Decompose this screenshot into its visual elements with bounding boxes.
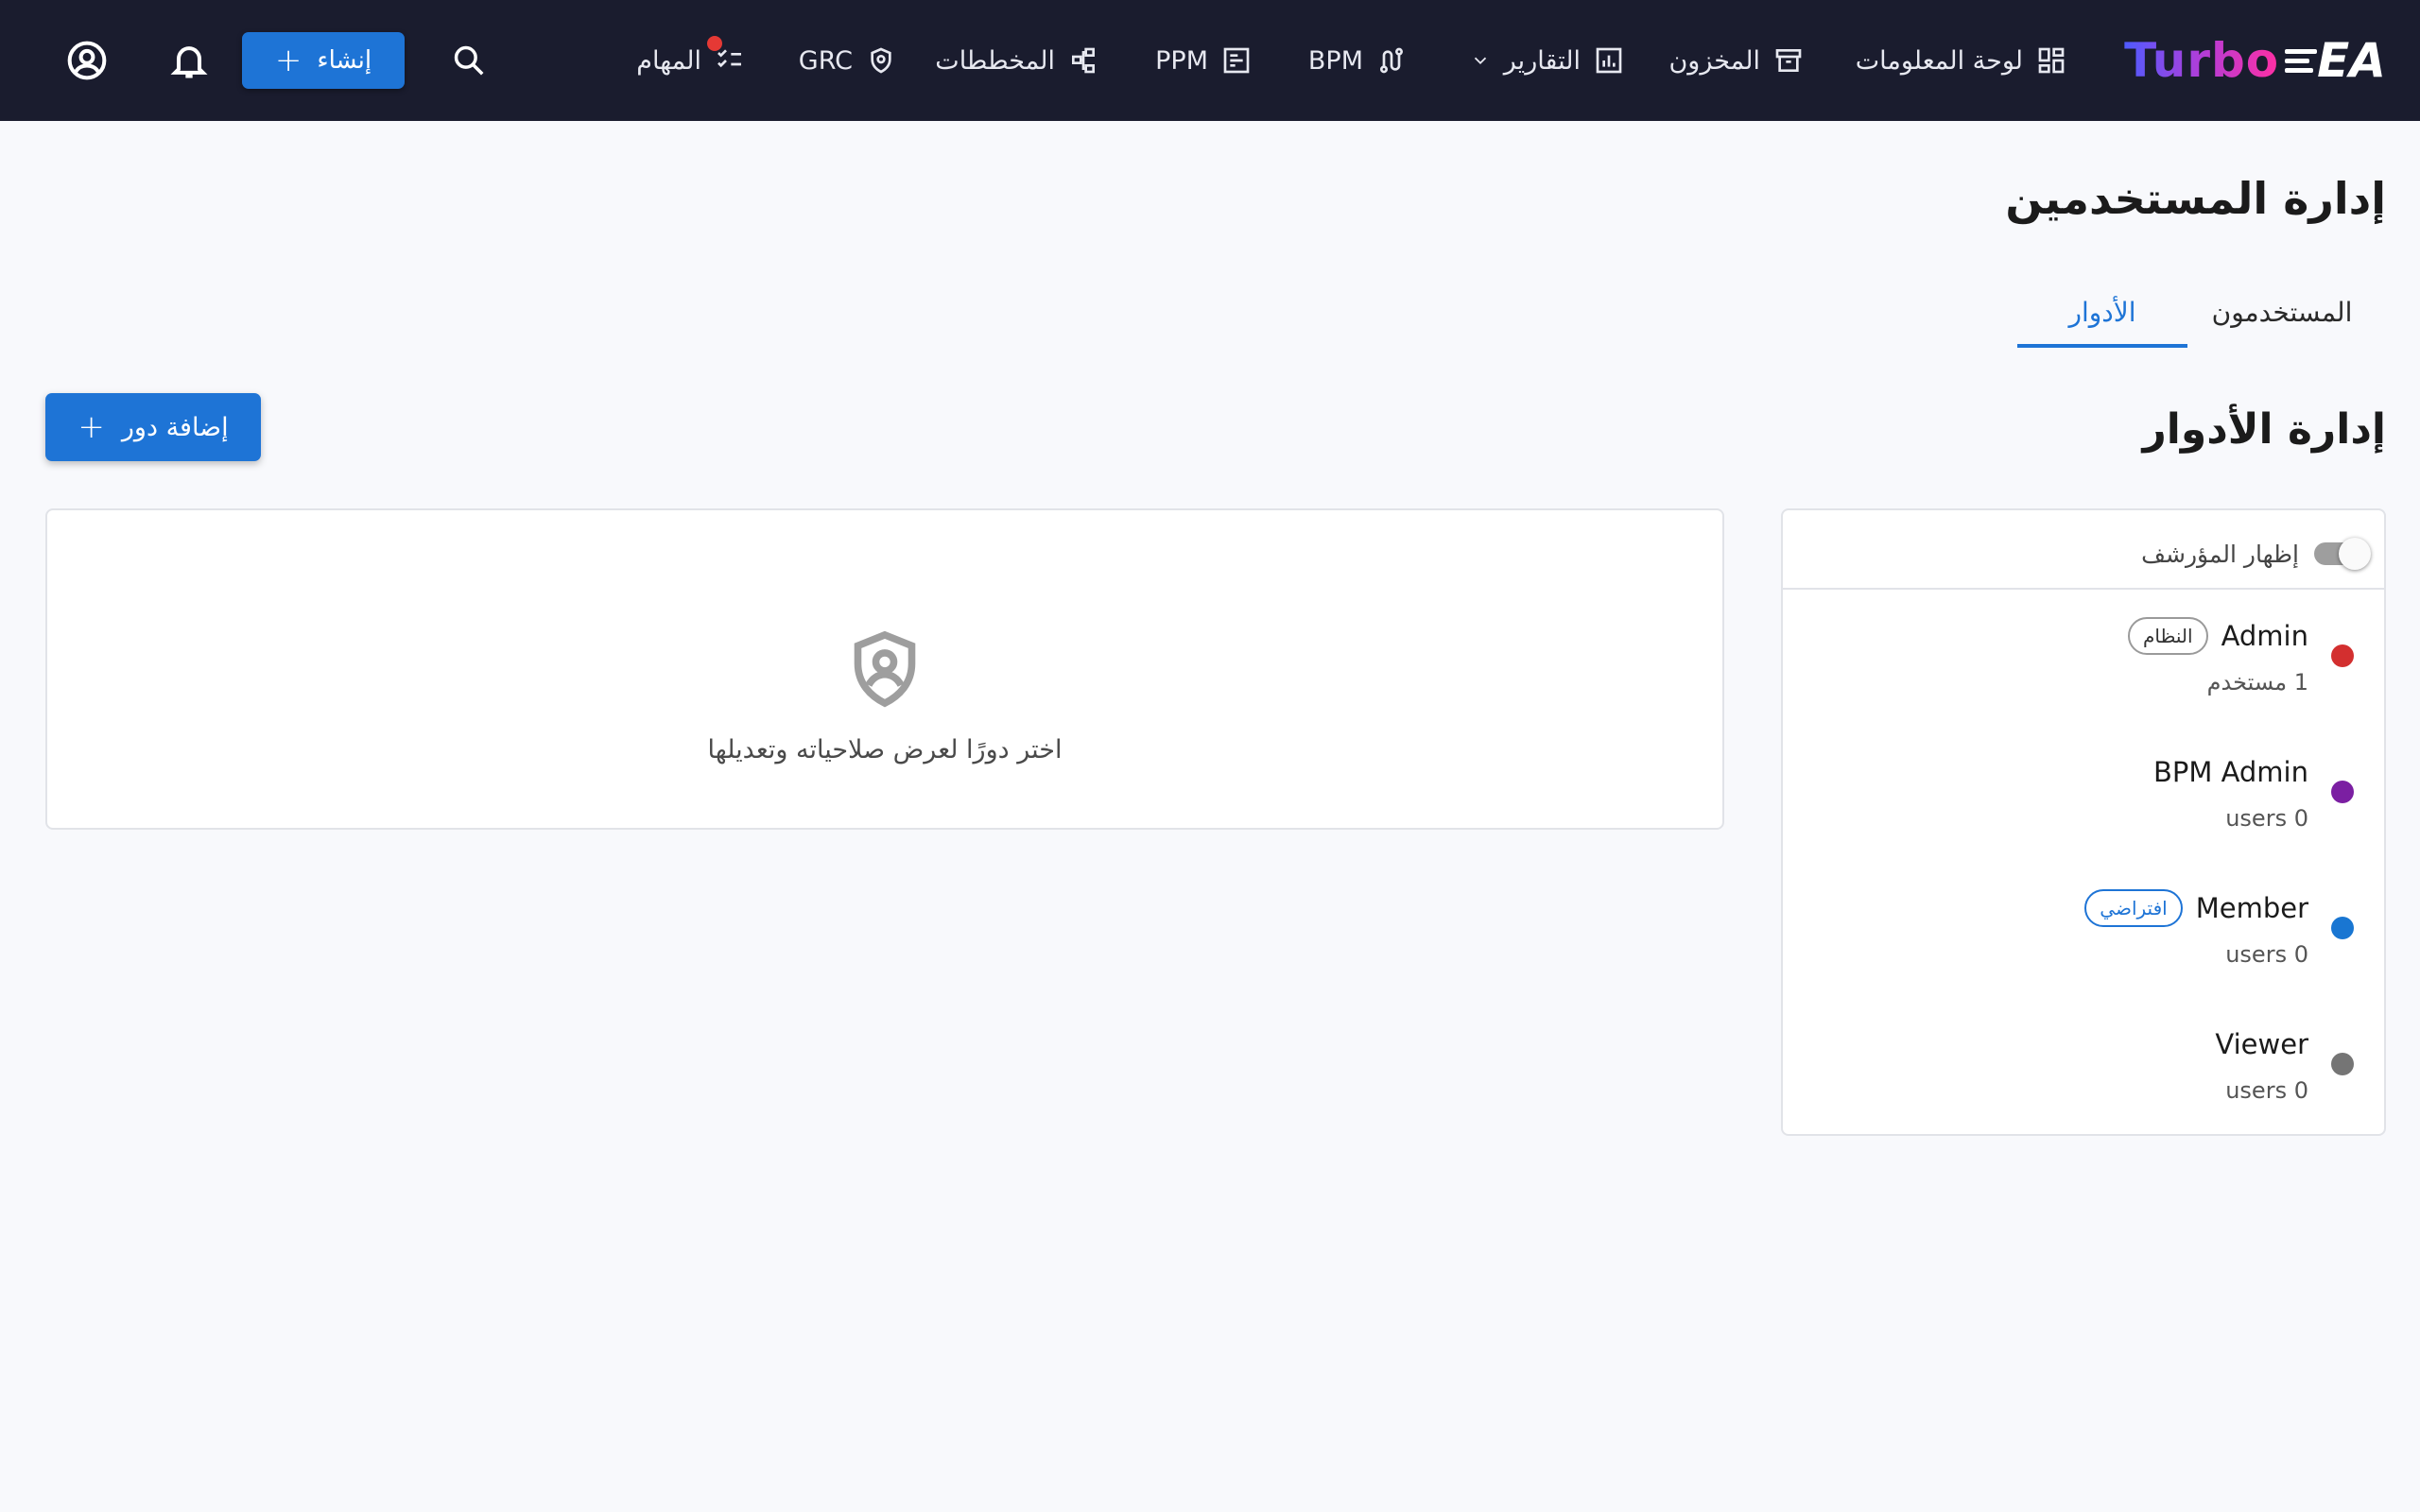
role-color-dot xyxy=(2331,917,2354,939)
role-item-viewer[interactable]: Viewer 0 users xyxy=(1783,1009,2384,1145)
empty-state: اختر دورًا لعرض صلاحياته وتعديلها xyxy=(47,629,1722,765)
account-circle-icon xyxy=(67,41,107,80)
role-default-badge: افتراضي xyxy=(2084,889,2183,927)
page-title: إدارة المستخدمين xyxy=(2005,173,2386,224)
archive-icon xyxy=(1775,49,1802,72)
admin-shield-icon xyxy=(854,630,916,708)
nav-diagrams[interactable]: المخططات xyxy=(935,28,1098,93)
create-button-label: إنشاء xyxy=(317,46,372,75)
nav-inventory-label: المخزون xyxy=(1668,45,1760,76)
turbo-ea-logo[interactable]: Turbo EA xyxy=(2124,28,2386,93)
shield-check-icon xyxy=(871,47,891,74)
role-color-dot xyxy=(2331,1053,2354,1075)
role-name-row: Admin النظام xyxy=(2127,614,2308,658)
nav-ppm-label: PPM xyxy=(1155,45,1208,76)
logo-speed-lines xyxy=(2285,48,2318,73)
nav-dashboard[interactable]: لوحة المعلومات xyxy=(1856,28,2066,93)
nav-grc-label: GRC xyxy=(798,45,853,76)
bar-chart-icon xyxy=(1596,47,1622,74)
nav-tasks[interactable]: المهام xyxy=(636,28,745,93)
dashboard-icon xyxy=(2038,47,2065,74)
role-item-admin[interactable]: Admin النظام 1 مستخدم xyxy=(1783,601,2384,737)
role-name-row: BPM Admin xyxy=(2153,750,2308,794)
search-button[interactable] xyxy=(437,28,501,93)
nav-bpm-label: BPM xyxy=(1307,45,1363,76)
role-item-bpm-admin[interactable]: BPM Admin 0 users xyxy=(1783,737,2384,873)
plus-icon: + xyxy=(78,408,105,446)
create-button[interactable]: إنشاء + xyxy=(242,32,405,89)
nav-bpm[interactable]: BPM xyxy=(1308,28,1407,93)
tab-roles[interactable]: الأدوار xyxy=(2017,276,2187,348)
nav-inventory[interactable]: المخزون xyxy=(1668,28,1804,93)
role-color-dot xyxy=(2331,644,2354,667)
nav-ppm[interactable]: PPM xyxy=(1155,28,1252,93)
checklist-icon xyxy=(717,49,741,68)
nav-grc[interactable]: GRC xyxy=(799,28,896,93)
show-archived-toggle-row: إظهار المؤرشف xyxy=(2141,537,2371,571)
add-role-button[interactable]: إضافة دور + xyxy=(45,393,261,461)
empty-state-text: اختر دورًا لعرض صلاحياته وتعديلها xyxy=(707,735,1063,765)
role-name: Member xyxy=(2195,892,2308,924)
logo-suffix: EA xyxy=(2317,33,2386,88)
role-detail-panel: اختر دورًا لعرض صلاحياته وتعديلها xyxy=(45,508,1724,830)
role-system-badge: النظام xyxy=(2127,617,2208,655)
nav-reports[interactable]: التقارير xyxy=(1470,28,1624,93)
role-item-member[interactable]: Member افتراضي 0 users xyxy=(1783,873,2384,1009)
show-archived-label: إظهار المؤرشف xyxy=(2141,540,2299,568)
show-archived-switch[interactable] xyxy=(2314,538,2371,570)
project-icon xyxy=(1223,47,1250,74)
notifications-button[interactable] xyxy=(157,28,221,93)
roles-list-panel: إظهار المؤرشف Admin النظام 1 مستخدم BPM … xyxy=(1781,508,2386,1136)
nav-dashboard-label: لوحة المعلومات xyxy=(1855,45,2023,76)
tasks-notification-dot xyxy=(707,36,722,51)
chevron-down-icon xyxy=(1474,57,1486,65)
role-name-row: Member افتراضي xyxy=(2084,886,2308,930)
nav-tasks-label: المهام xyxy=(636,45,701,76)
switch-knob xyxy=(2339,538,2371,570)
role-name: BPM Admin xyxy=(2152,756,2308,788)
roles-list-header: إظهار المؤرشف xyxy=(1783,510,2384,590)
nav-reports-label: التقارير xyxy=(1503,45,1581,76)
add-role-button-label: إضافة دور xyxy=(121,412,229,442)
role-user-count: 1 مستخدم xyxy=(2206,669,2308,696)
logo-text: Turbo xyxy=(2124,33,2280,88)
role-name-row: Viewer xyxy=(2215,1022,2308,1066)
active-tab-indicator xyxy=(2017,344,2187,348)
roles-section-title: إدارة الأدوار xyxy=(2142,404,2386,454)
plus-icon: + xyxy=(274,42,302,79)
role-name: Admin xyxy=(2221,620,2308,652)
tab-users[interactable]: المستخدمون xyxy=(2197,276,2367,348)
diagram-icon xyxy=(1072,47,1095,74)
top-app-bar: Turbo EA لوحة المعلومات المخزون التقارير… xyxy=(0,0,2420,121)
route-icon xyxy=(1380,47,1403,74)
account-button[interactable] xyxy=(55,28,119,93)
role-color-dot xyxy=(2331,781,2354,803)
nav-diagrams-label: المخططات xyxy=(935,45,1055,76)
role-user-count: 0 users xyxy=(2225,805,2308,832)
bell-icon xyxy=(170,46,208,78)
search-icon xyxy=(454,45,484,76)
role-user-count: 0 users xyxy=(2225,1077,2308,1104)
role-name: Viewer xyxy=(2215,1028,2308,1060)
role-user-count: 0 users xyxy=(2225,941,2308,968)
